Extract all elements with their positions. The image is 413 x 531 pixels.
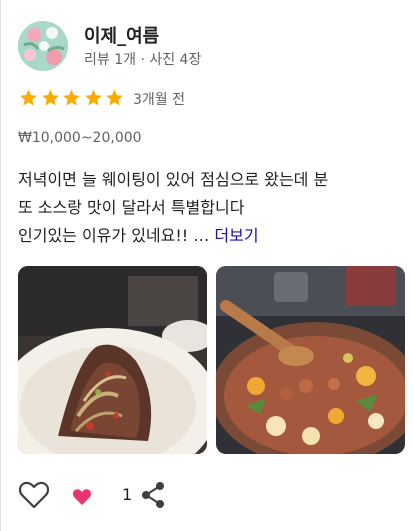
review-line: 저녁이면 늘 웨이팅이 있어 점심으로 왔는데 분 [18, 170, 329, 189]
reviewer-name[interactable]: 이제_여름 [84, 22, 159, 48]
card-divider [0, 0, 1, 531]
star-icon [63, 89, 80, 106]
star-rating [18, 88, 126, 108]
share-icon [142, 482, 164, 508]
review-photo[interactable] [216, 266, 405, 454]
star-icon [20, 89, 37, 106]
review-line: 인기있는 이유가 있네요!! … 더보기 [18, 222, 413, 250]
reaction-count: 1 [122, 485, 133, 504]
star-icon [106, 89, 123, 106]
review-text: 저녁이면 늘 웨이팅이 있어 점심으로 왔는데 분 또 소스랑 맛이 달라서 특… [18, 166, 413, 250]
review-date: 3개월 전 [133, 92, 185, 108]
reaction-button[interactable] [72, 483, 114, 509]
star-icon [41, 89, 59, 106]
review-photo[interactable] [18, 266, 207, 454]
review-line: 또 소스랑 맛이 달라서 특별합니다 [18, 198, 245, 217]
heart-outline-icon [18, 481, 50, 509]
price-range: ₩10,000~20,000 [18, 130, 142, 146]
review-card: 이제_여름 리뷰 1개 · 사진 4장 3개월 전 ₩10,000~20,000… [0, 0, 413, 531]
ellipsis: … [193, 226, 210, 245]
star-icon [84, 89, 102, 106]
avatar[interactable] [18, 21, 68, 71]
more-link[interactable]: 더보기 [214, 226, 258, 245]
like-button[interactable] [18, 480, 50, 510]
review-line-text: 인기있는 이유가 있네요!! [18, 226, 194, 245]
reviewer-meta: 리뷰 1개 · 사진 4장 [84, 52, 202, 68]
share-button[interactable] [140, 480, 166, 510]
heart-filled-icon [73, 489, 91, 505]
